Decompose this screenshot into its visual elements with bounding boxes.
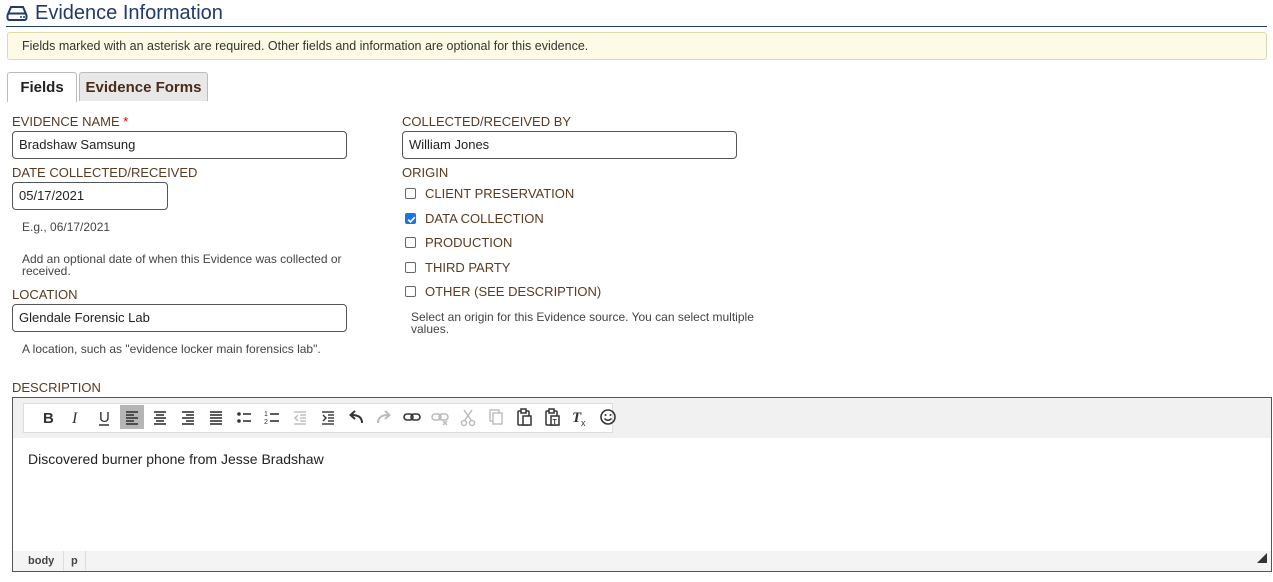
- editor-content[interactable]: Discovered burner phone from Jesse Brads…: [28, 450, 324, 468]
- path-divider: [85, 551, 86, 571]
- emoji-icon[interactable]: [596, 405, 620, 429]
- origin-help-line1: Select an origin for this Evidence sourc…: [411, 310, 754, 324]
- date-collected-label: DATE COLLECTED/RECEIVED: [12, 165, 198, 180]
- bullet-list-icon[interactable]: [232, 405, 256, 429]
- origin-option-label: OTHER (SEE DESCRIPTION): [425, 284, 602, 299]
- evidence-name-label-text: EVIDENCE NAME: [12, 114, 120, 129]
- path-element-body[interactable]: body: [28, 554, 54, 568]
- link-icon[interactable]: [400, 405, 424, 429]
- required-fields-notice: Fields marked with an asterisk are requi…: [7, 32, 1267, 60]
- svg-text:x: x: [581, 418, 586, 428]
- align-center-icon[interactable]: [148, 405, 172, 429]
- editor-toolbar: B I U 12 T T x: [23, 403, 616, 433]
- origin-option-label: CLIENT PRESERVATION: [425, 186, 575, 201]
- tab-evidence-forms[interactable]: Evidence Forms: [79, 72, 208, 101]
- clear-formatting-icon[interactable]: Tx: [568, 405, 592, 429]
- location-label: LOCATION: [12, 287, 78, 302]
- align-justify-icon[interactable]: [204, 405, 228, 429]
- origin-option-label: DATA COLLECTION: [425, 211, 544, 226]
- origin-label: ORIGIN: [402, 165, 449, 180]
- path-divider: [63, 551, 64, 571]
- location-input[interactable]: Glendale Forensic Lab: [12, 304, 347, 332]
- numbered-list-icon[interactable]: 12: [260, 405, 284, 429]
- resize-handle-icon[interactable]: [1257, 550, 1267, 568]
- checkbox-checked[interactable]: [405, 213, 416, 224]
- evidence-name-input[interactable]: Bradshaw Samsung: [12, 131, 347, 159]
- checkbox[interactable]: [405, 188, 416, 199]
- checkbox[interactable]: [405, 262, 416, 273]
- copy-icon[interactable]: [484, 405, 508, 429]
- origin-option-label: THIRD PARTY: [425, 260, 511, 275]
- tab-fields[interactable]: Fields: [7, 72, 77, 102]
- checkbox[interactable]: [405, 237, 416, 248]
- svg-text:B: B: [43, 410, 54, 427]
- svg-text:T: T: [553, 419, 558, 426]
- description-label: DESCRIPTION: [12, 380, 101, 395]
- cut-icon[interactable]: [456, 405, 480, 429]
- hard-drive-icon: [6, 5, 28, 21]
- italic-icon[interactable]: I: [64, 405, 88, 429]
- svg-text:U: U: [99, 409, 110, 426]
- paste-text-icon[interactable]: T: [540, 405, 564, 429]
- outdent-icon[interactable]: [288, 405, 312, 429]
- editor-statusbar: body p: [13, 551, 1271, 571]
- align-right-icon[interactable]: [176, 405, 200, 429]
- svg-text:2: 2: [264, 419, 268, 426]
- origin-help-line2: values.: [411, 322, 450, 336]
- origin-option-label: PRODUCTION: [425, 235, 513, 250]
- checkbox[interactable]: [405, 286, 416, 297]
- svg-text:1: 1: [264, 411, 268, 418]
- date-help-line2: received.: [22, 264, 71, 278]
- bold-icon[interactable]: B: [36, 405, 60, 429]
- checkmark-icon: [407, 216, 416, 224]
- collected-by-input[interactable]: William Jones: [402, 131, 737, 159]
- page-title: Evidence Information: [35, 2, 223, 24]
- redo-icon[interactable]: [372, 405, 396, 429]
- date-collected-input[interactable]: 05/17/2021: [12, 182, 168, 210]
- collected-by-label: COLLECTED/RECEIVED BY: [402, 114, 572, 129]
- section-header: Evidence Information: [6, 0, 1267, 27]
- unlink-icon[interactable]: [428, 405, 452, 429]
- svg-text:I: I: [71, 410, 78, 427]
- indent-icon[interactable]: [316, 405, 340, 429]
- path-element-p[interactable]: p: [71, 554, 78, 568]
- date-example-text: E.g., 06/17/2021: [22, 220, 111, 234]
- location-help-text: A location, such as "evidence locker mai…: [22, 342, 321, 356]
- description-rich-text-editor[interactable]: B I U 12 T T x Discovered burner phone f…: [12, 397, 1272, 572]
- required-asterisk: *: [123, 114, 129, 129]
- evidence-name-label: EVIDENCE NAME *: [12, 114, 128, 130]
- undo-icon[interactable]: [344, 405, 368, 429]
- paste-icon[interactable]: [512, 405, 536, 429]
- align-left-icon[interactable]: [120, 405, 144, 429]
- underline-icon[interactable]: U: [92, 405, 116, 429]
